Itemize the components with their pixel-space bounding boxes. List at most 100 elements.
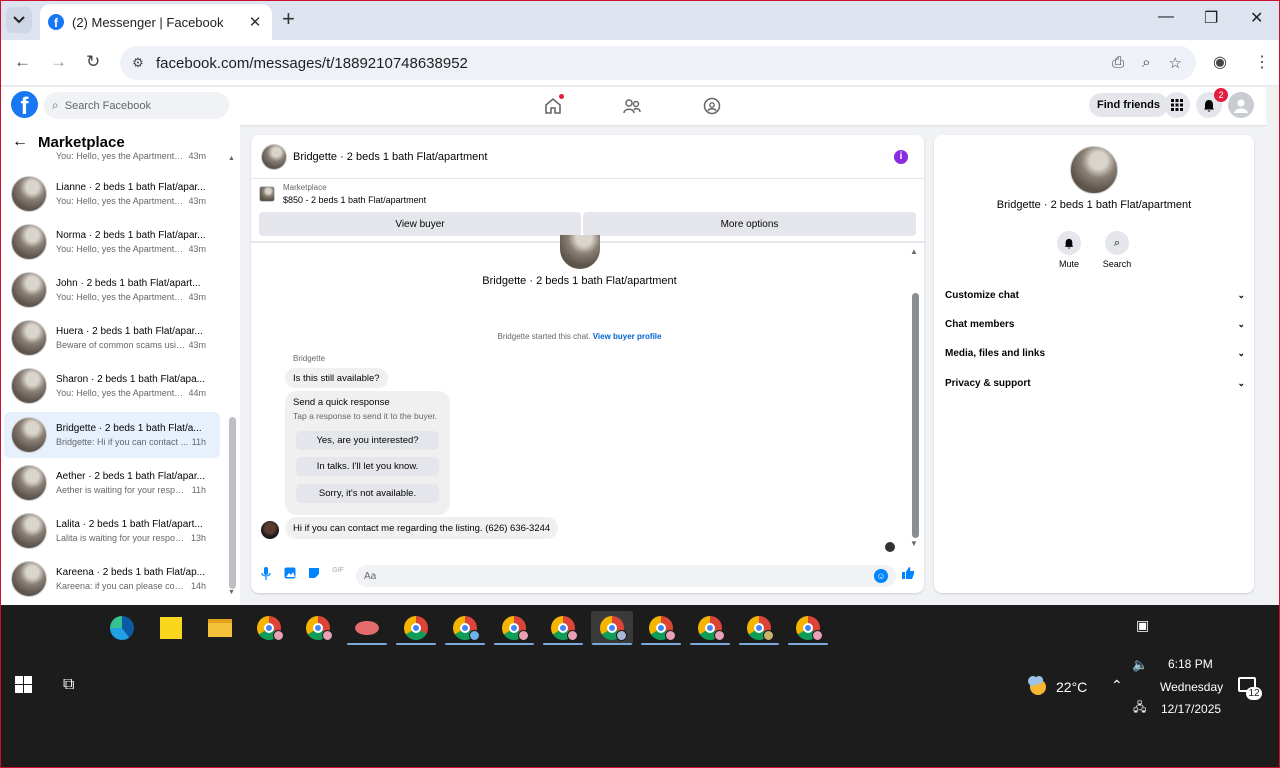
thread-item[interactable]: Sharon · 2 beds 1 bath Flat/apa... You: H…	[4, 363, 220, 409]
edge-icon[interactable]	[101, 611, 143, 645]
sender-avatar[interactable]	[261, 521, 279, 539]
chrome-profile-icon[interactable]	[689, 611, 731, 645]
thread-item[interactable]: Aether · 2 beds 1 bath Flat/apar... Aethe…	[4, 460, 220, 506]
search-action[interactable]: ⌕ Search	[1092, 231, 1142, 269]
quick-response-button[interactable]: In talks. I'll let you know.	[296, 457, 439, 476]
scroll-down-icon[interactable]: ▼	[910, 539, 918, 548]
media-files-links-row[interactable]: Media, files and links ⌄	[945, 343, 1245, 363]
microphone-icon[interactable]	[259, 567, 273, 583]
task-view-icon[interactable]: ⧉	[63, 676, 74, 694]
more-options-button[interactable]: More options	[583, 212, 916, 236]
install-app-icon[interactable]: ⎙	[1112, 54, 1124, 72]
quick-response-button[interactable]: Yes, are you interested?	[296, 431, 439, 450]
volume-icon[interactable]: 🔈	[1132, 657, 1148, 673]
facebook-logo-icon[interactable]: f	[11, 91, 38, 118]
photo-icon[interactable]	[283, 567, 297, 582]
chrome-icon[interactable]	[395, 611, 437, 645]
facebook-search-input[interactable]: ⌕ Search Facebook	[44, 92, 229, 119]
thread-item[interactable]: Kareena · 2 beds 1 bath Flat/ap... Kareen…	[4, 556, 220, 602]
chevron-down-icon: ⌄	[1237, 318, 1245, 329]
scroll-up-icon[interactable]: ▲	[910, 247, 918, 256]
chat-avatar[interactable]	[261, 143, 287, 170]
scroll-down-icon[interactable]: ▼	[228, 589, 235, 596]
page-scrollbar[interactable]	[1266, 87, 1280, 605]
listing-large-thumbnail	[560, 235, 600, 269]
chat-title[interactable]: Bridgette · 2 beds 1 bath Flat/apartment	[293, 151, 894, 163]
chrome-profile-icon[interactable]	[787, 611, 829, 645]
reload-button[interactable]: ↻	[86, 52, 100, 72]
sticker-icon[interactable]	[307, 567, 321, 582]
chrome-profile-icon-active[interactable]	[591, 611, 633, 645]
weather-icon[interactable]	[1024, 673, 1048, 702]
scroll-up-icon[interactable]: ▲	[228, 155, 235, 162]
sidebar-scroll-thumb[interactable]	[229, 417, 236, 589]
chrome-profile-icon[interactable]	[297, 611, 339, 645]
customize-chat-row[interactable]: Customize chat ⌄	[945, 285, 1245, 305]
friends-nav-icon[interactable]	[621, 95, 643, 117]
quick-response-button[interactable]: Sorry, it's not available.	[296, 484, 439, 503]
gif-icon[interactable]: GIF	[331, 567, 345, 574]
thread-item[interactable]: Norma · 2 beds 1 bath Flat/apar... You: H…	[4, 219, 220, 265]
site-info-icon[interactable]: ⚙	[120, 55, 156, 71]
thread-name: Aether · 2 beds 1 bath Flat/apar...	[56, 471, 205, 482]
tray-chevron-up-icon[interactable]: ⌃	[1111, 677, 1123, 694]
close-tab-icon[interactable]: ✕	[246, 13, 264, 31]
browser-tab[interactable]: f (2) Messenger | Facebook ✕	[40, 4, 272, 40]
chrome-profile-icon[interactable]	[542, 611, 584, 645]
notifications-button[interactable]: 2	[1196, 88, 1228, 118]
meet-now-icon[interactable]: ▣	[1136, 617, 1149, 634]
network-icon[interactable]: 🖧	[1133, 698, 1146, 719]
info-icon[interactable]: i	[894, 149, 908, 164]
thread-item[interactable]: Lianne · 2 beds 1 bath Flat/apar... You: …	[4, 171, 220, 217]
profile-icon[interactable]: ◉	[1213, 52, 1227, 72]
menu-grid-button[interactable]	[1164, 92, 1190, 118]
clock-time[interactable]: 6:18 PM	[1168, 657, 1213, 671]
minimize-button[interactable]: —	[1158, 8, 1174, 26]
chrome-profile-icon[interactable]	[444, 611, 486, 645]
forward-button[interactable]: →	[50, 52, 67, 72]
message-input[interactable]: Aa ☺	[356, 565, 896, 587]
thread-item-active[interactable]: Bridgette · 2 beds 1 bath Flat/a... Bridg…	[4, 412, 220, 458]
more-menu-icon[interactable]: ⋮	[1254, 52, 1270, 72]
find-friends-button[interactable]: Find friends	[1089, 93, 1168, 117]
chrome-profile-icon[interactable]	[493, 611, 535, 645]
sticky-notes-icon[interactable]	[150, 611, 192, 645]
home-nav-icon[interactable]	[542, 94, 564, 117]
address-bar[interactable]: ⚙ facebook.com/messages/t/18892107486389…	[120, 46, 1196, 80]
chrome-profile-icon[interactable]	[248, 611, 290, 645]
thread-item[interactable]: John · 2 beds 1 bath Flat/apart... You: H…	[4, 267, 220, 313]
chrome-profile-icon[interactable]	[640, 611, 682, 645]
chat-scroll-thumb[interactable]	[912, 293, 919, 538]
account-avatar[interactable]	[1228, 92, 1254, 118]
clock-date[interactable]: 12/17/2025	[1161, 702, 1221, 716]
file-explorer-icon[interactable]	[199, 611, 241, 645]
like-thumb-icon[interactable]	[901, 566, 915, 583]
view-buyer-profile-link[interactable]: View buyer profile	[593, 332, 662, 341]
close-window-button[interactable]: ✕	[1250, 8, 1263, 28]
back-button[interactable]: ←	[14, 52, 31, 72]
partial-thread[interactable]: You: Hello, yes the Apartment is ... 43m	[4, 145, 220, 161]
info-avatar[interactable]	[1070, 146, 1118, 194]
chat-members-row[interactable]: Chat members ⌄	[945, 314, 1245, 334]
chevron-down-icon: ⌄	[1237, 289, 1245, 300]
clock-day[interactable]: Wednesday	[1160, 680, 1223, 694]
sidebar-scrollbar[interactable]: ▲ ▼	[227, 155, 237, 597]
groups-nav-icon[interactable]	[701, 95, 723, 117]
tab-search-button[interactable]	[6, 7, 32, 33]
snipping-tool-icon[interactable]	[346, 611, 388, 645]
new-tab-button[interactable]: +	[282, 8, 295, 30]
privacy-support-row[interactable]: Privacy & support ⌄	[945, 373, 1245, 393]
chrome-profile-icon[interactable]	[738, 611, 780, 645]
thread-item[interactable]: Lalita · 2 beds 1 bath Flat/apart... Lali…	[4, 508, 220, 554]
emoji-icon[interactable]: ☺	[874, 569, 888, 583]
bookmark-star-icon[interactable]: ☆	[1169, 54, 1182, 72]
windows-start-icon[interactable]	[15, 676, 32, 693]
marketplace-listing-card[interactable]: Marketplace $850 - 2 beds 1 bath Flat/ap…	[259, 183, 426, 205]
mute-action[interactable]: Mute	[1044, 231, 1094, 269]
notification-count-badge: 12	[1246, 687, 1262, 700]
chat-scrollbar[interactable]: ▲ ▼	[909, 245, 921, 550]
view-buyer-button[interactable]: View buyer	[259, 212, 581, 236]
restore-button[interactable]: ❐	[1204, 8, 1218, 28]
thread-item[interactable]: Huera · 2 beds 1 bath Flat/apar... Beware…	[4, 315, 220, 361]
zoom-icon[interactable]: ⌕	[1142, 54, 1150, 72]
